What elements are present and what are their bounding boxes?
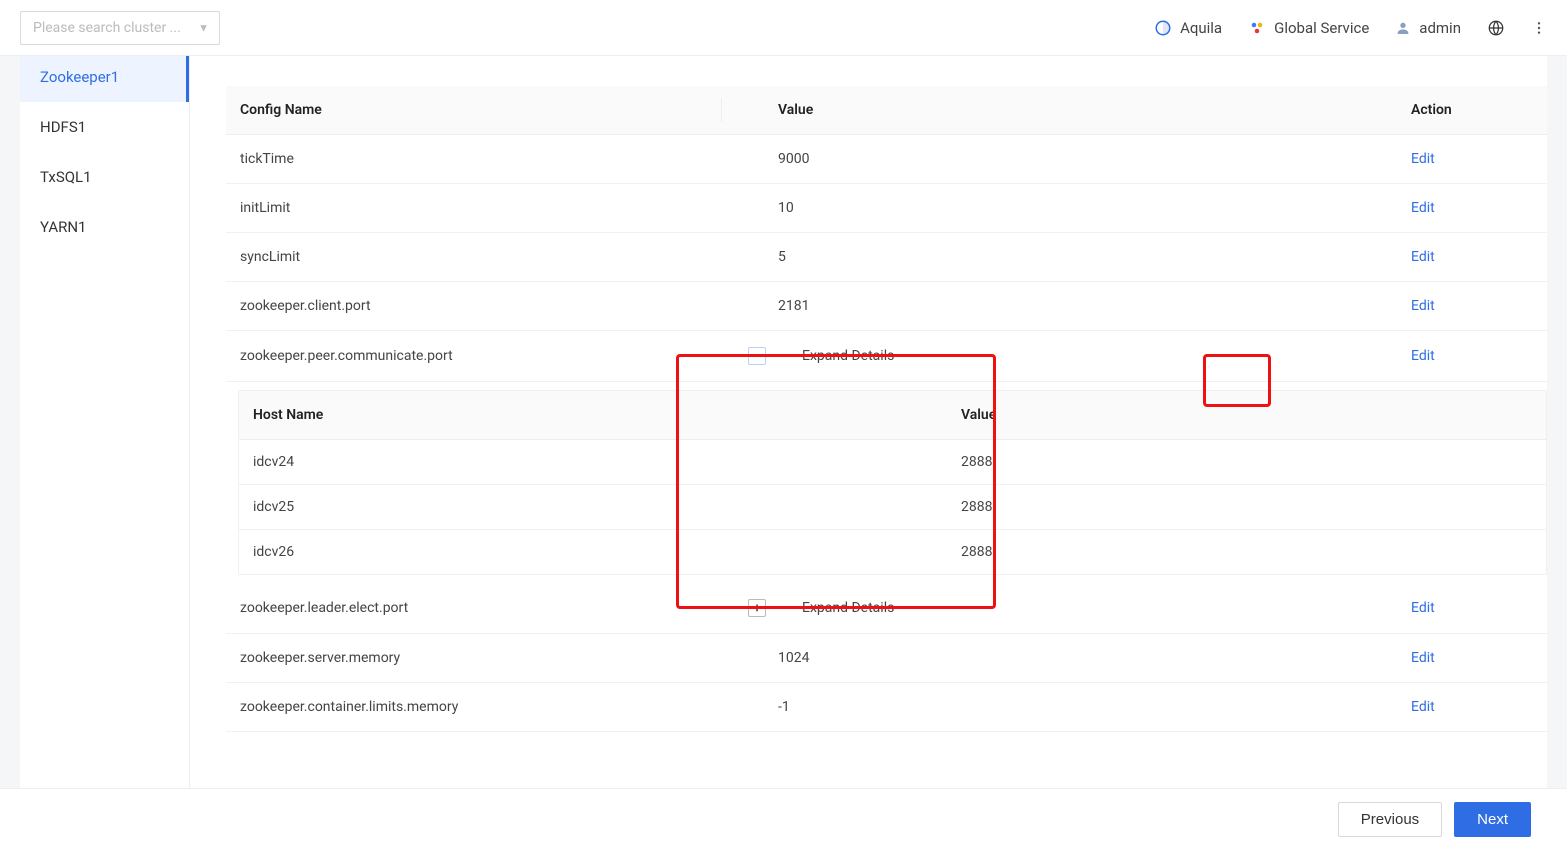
collapse-icon[interactable]: − [748, 347, 766, 365]
host-cell-name: idcv24 [253, 454, 953, 470]
cell-name: zookeeper.client.port [240, 298, 720, 314]
table-row: syncLimit 5 Edit [226, 233, 1547, 282]
sidebar-item-zookeeper[interactable]: Zookeeper1 [20, 56, 189, 102]
global-service-label: Global Service [1274, 19, 1369, 37]
host-row: idcv24 2888 [239, 440, 1546, 485]
cell-value: 5 [720, 249, 1403, 265]
edit-link[interactable]: Edit [1411, 600, 1435, 616]
expand-icon[interactable]: + [748, 599, 766, 617]
cell-value: 2181 [720, 298, 1403, 314]
sidebar-item-hdfs[interactable]: HDFS1 [20, 102, 189, 152]
user-icon [1395, 20, 1411, 36]
host-row: idcv25 2888 [239, 485, 1546, 530]
table-row-expandable: zookeeper.peer.communicate.port − Expand… [226, 331, 1547, 382]
cell-value: 9000 [720, 151, 1403, 167]
cell-name: tickTime [240, 151, 720, 167]
host-row: idcv26 2888 [239, 530, 1546, 574]
sidebar-item-label: HDFS1 [40, 118, 86, 136]
sidebar-item-label: TxSQL1 [40, 168, 92, 186]
table-row: zookeeper.server.memory 1024 Edit [226, 634, 1547, 683]
cell-name: zookeeper.peer.communicate.port [240, 348, 720, 364]
host-cell-name: idcv25 [253, 499, 953, 515]
next-button[interactable]: Next [1454, 802, 1531, 837]
aquila-label: Aquila [1180, 19, 1222, 37]
cell-name: syncLimit [240, 249, 720, 265]
user-menu[interactable]: admin [1395, 19, 1461, 37]
host-cell-name: idcv26 [253, 544, 953, 560]
cell-value: -1 [720, 699, 1403, 715]
global-service-icon [1248, 19, 1266, 37]
chevron-down-icon: ▼ [198, 21, 209, 34]
table-row: initLimit 10 Edit [226, 184, 1547, 233]
host-cell-value: 2888 [953, 544, 1532, 560]
table-row: zookeeper.client.port 2181 Edit [226, 282, 1547, 331]
expand-label: Expand Details [802, 600, 894, 616]
config-table: Config Name Value Action tickTime 9000 E… [226, 86, 1547, 732]
footer-bar: Previous Next [0, 788, 1567, 850]
host-cell-value: 2888 [953, 499, 1532, 515]
host-cell-value: 2888 [953, 454, 1532, 470]
expand-label: Expand Details [802, 348, 894, 364]
cell-name: initLimit [240, 200, 720, 216]
globe-icon[interactable] [1487, 19, 1505, 37]
cell-value: 1024 [720, 650, 1403, 666]
cell-name: zookeeper.leader.elect.port [240, 600, 720, 616]
table-row-expandable: zookeeper.leader.elect.port + Expand Det… [226, 583, 1547, 634]
cell-name: zookeeper.container.limits.memory [240, 699, 720, 715]
global-service-link[interactable]: Global Service [1248, 19, 1369, 37]
cluster-search-placeholder: Please search cluster ... [33, 20, 181, 36]
edit-link[interactable]: Edit [1411, 249, 1435, 265]
sidebar-item-label: Zookeeper1 [40, 68, 119, 86]
sidebar-item-txsql[interactable]: TxSQL1 [20, 152, 189, 202]
header-value: Value [720, 102, 1403, 118]
header-action: Action [1403, 102, 1533, 118]
edit-link[interactable]: Edit [1411, 200, 1435, 216]
header-divider [721, 98, 722, 122]
cluster-search-select[interactable]: Please search cluster ... ▼ [20, 11, 220, 45]
table-row: zookeeper.container.limits.memory -1 Edi… [226, 683, 1547, 732]
header-config-name: Config Name [240, 102, 720, 118]
cell-name: zookeeper.server.memory [240, 650, 720, 666]
admin-label: admin [1419, 19, 1461, 37]
host-table: Host Name Value idcv24 2888 idcv25 2888 … [238, 390, 1547, 575]
table-row: tickTime 9000 Edit [226, 135, 1547, 184]
cell-value: 10 [720, 200, 1403, 216]
edit-link[interactable]: Edit [1411, 650, 1435, 666]
previous-button[interactable]: Previous [1338, 802, 1442, 837]
sidebar: Zookeeper1 HDFS1 TxSQL1 YARN1 [20, 56, 190, 796]
edit-link[interactable]: Edit [1411, 699, 1435, 715]
table-header-row: Config Name Value Action [226, 86, 1547, 135]
edit-link[interactable]: Edit [1411, 151, 1435, 167]
host-header-name: Host Name [253, 407, 953, 423]
edit-link[interactable]: Edit [1411, 348, 1435, 364]
sidebar-item-yarn[interactable]: YARN1 [20, 202, 189, 252]
more-vertical-icon[interactable] [1531, 20, 1547, 36]
aquila-icon [1154, 19, 1172, 37]
host-header-value: Value [953, 407, 1532, 423]
aquila-link[interactable]: Aquila [1154, 19, 1222, 37]
host-table-header: Host Name Value [239, 391, 1546, 440]
edit-link[interactable]: Edit [1411, 298, 1435, 314]
sidebar-item-label: YARN1 [40, 218, 86, 236]
